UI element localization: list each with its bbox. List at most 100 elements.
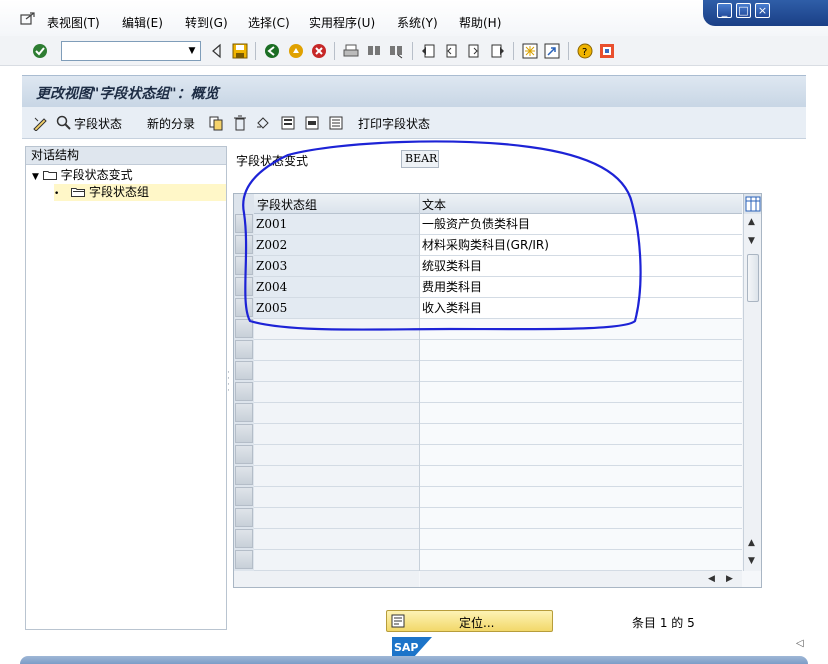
empty-cell[interactable] bbox=[420, 340, 742, 360]
field-status-button[interactable]: 字段状态 bbox=[74, 115, 122, 132]
row-selector[interactable] bbox=[235, 382, 253, 401]
print-icon[interactable] bbox=[343, 43, 359, 59]
display-change-icon[interactable] bbox=[32, 115, 48, 131]
shortcut-icon[interactable] bbox=[544, 43, 560, 59]
undo-icon[interactable] bbox=[255, 115, 271, 131]
table-cell-text[interactable]: 收入类科目 bbox=[420, 298, 742, 318]
menu-goto[interactable]: 转到(G) bbox=[185, 14, 228, 31]
select-all-icon[interactable] bbox=[280, 115, 296, 131]
empty-cell[interactable] bbox=[420, 361, 742, 381]
collapse-left-icon[interactable] bbox=[209, 43, 225, 59]
menu-help[interactable]: 帮助(H) bbox=[459, 14, 501, 31]
table-cell-text[interactable]: 一般资产负债类科目 bbox=[420, 214, 742, 234]
empty-cell[interactable] bbox=[420, 487, 742, 507]
table-cell-group[interactable]: Z003 bbox=[254, 256, 419, 276]
row-selector[interactable] bbox=[235, 550, 253, 569]
empty-cell[interactable] bbox=[254, 403, 419, 423]
chevron-down-icon[interactable]: ▼ bbox=[185, 43, 199, 59]
empty-cell[interactable] bbox=[420, 508, 742, 528]
row-selector[interactable] bbox=[235, 361, 253, 380]
print-field-status-button[interactable]: 打印字段状态 bbox=[358, 115, 430, 132]
panel-splitter[interactable]: · · · · bbox=[227, 369, 230, 396]
empty-cell[interactable] bbox=[254, 466, 419, 486]
cancel-icon[interactable] bbox=[311, 43, 327, 59]
first-page-icon[interactable] bbox=[421, 43, 437, 59]
back-icon[interactable] bbox=[264, 43, 280, 59]
table-cell-group[interactable]: Z002 bbox=[254, 235, 419, 255]
field-status-icon[interactable] bbox=[56, 115, 72, 131]
column-header-group[interactable]: 字段状态组 bbox=[257, 196, 317, 213]
row-selector[interactable] bbox=[235, 235, 253, 254]
empty-cell[interactable] bbox=[254, 340, 419, 360]
table-cell-group[interactable]: Z004 bbox=[254, 277, 419, 297]
menu-utilities[interactable]: 实用程序(U) bbox=[309, 14, 375, 31]
menu-selection[interactable]: 选择(C) bbox=[248, 14, 290, 31]
empty-cell[interactable] bbox=[420, 424, 742, 444]
row-selector[interactable] bbox=[235, 319, 253, 338]
empty-cell[interactable] bbox=[420, 382, 742, 402]
new-session-icon[interactable] bbox=[522, 43, 538, 59]
exit-icon[interactable] bbox=[288, 43, 304, 59]
status-bar-toggle-icon[interactable]: ◁ bbox=[796, 638, 804, 649]
column-header-text[interactable]: 文本 bbox=[422, 196, 446, 213]
empty-cell[interactable] bbox=[254, 529, 419, 549]
row-selector[interactable] bbox=[235, 487, 253, 506]
expand-triangle-icon[interactable]: ▼ bbox=[32, 172, 39, 182]
empty-cell[interactable] bbox=[254, 550, 419, 570]
minimize-button[interactable]: _ bbox=[717, 3, 732, 18]
row-selector[interactable] bbox=[235, 445, 253, 464]
empty-cell[interactable] bbox=[420, 466, 742, 486]
deselect-all-icon[interactable] bbox=[328, 115, 344, 131]
position-button[interactable]: 定位... bbox=[386, 610, 553, 632]
delete-icon[interactable] bbox=[232, 115, 248, 131]
table-cell-group[interactable]: Z005 bbox=[254, 298, 419, 318]
row-selector[interactable] bbox=[235, 340, 253, 359]
scroll-down-icon[interactable]: ▼ bbox=[748, 236, 755, 246]
table-cell-text[interactable]: 材料采购类科目(GR/IR) bbox=[420, 235, 742, 255]
help-icon[interactable]: ? bbox=[577, 43, 593, 59]
close-window-button[interactable]: × bbox=[755, 3, 770, 18]
scroll-up-icon[interactable]: ▲ bbox=[748, 217, 755, 227]
menu-table-view[interactable]: 表视图(T) bbox=[47, 14, 100, 31]
select-block-icon[interactable] bbox=[304, 115, 320, 131]
row-selector[interactable] bbox=[235, 508, 253, 527]
vertical-scrollbar[interactable]: ▲ ▼ ▲ ▼ bbox=[743, 214, 761, 571]
empty-cell[interactable] bbox=[420, 445, 742, 465]
maximize-button[interactable]: □ bbox=[736, 3, 751, 18]
command-field[interactable]: ▼ bbox=[61, 41, 201, 61]
last-page-icon[interactable] bbox=[489, 43, 505, 59]
row-selector[interactable] bbox=[235, 529, 253, 548]
copy-icon[interactable] bbox=[208, 115, 224, 131]
empty-cell[interactable] bbox=[254, 382, 419, 402]
enter-icon[interactable] bbox=[32, 43, 48, 59]
empty-cell[interactable] bbox=[254, 361, 419, 381]
empty-cell[interactable] bbox=[420, 529, 742, 549]
empty-cell[interactable] bbox=[254, 508, 419, 528]
empty-cell[interactable] bbox=[254, 424, 419, 444]
save-icon[interactable] bbox=[232, 43, 248, 59]
scrollbar-thumb[interactable] bbox=[747, 254, 759, 302]
scroll-right-end-icon[interactable]: ▶ bbox=[726, 574, 733, 584]
tree-node-field-status-group[interactable]: • 字段状态组 bbox=[54, 184, 226, 201]
horizontal-scrollbar[interactable]: ◀ ▶ bbox=[420, 571, 742, 587]
scroll-left-end-icon[interactable]: ◀ bbox=[708, 574, 715, 584]
find-next-icon[interactable] bbox=[388, 43, 404, 59]
table-cell-group[interactable]: Z001 bbox=[254, 214, 419, 234]
empty-cell[interactable] bbox=[254, 445, 419, 465]
row-selector[interactable] bbox=[235, 214, 253, 233]
row-selector[interactable] bbox=[235, 298, 253, 317]
row-selector[interactable] bbox=[235, 466, 253, 485]
find-icon[interactable] bbox=[366, 43, 382, 59]
scroll-up-bottom-icon[interactable]: ▲ bbox=[748, 538, 755, 548]
empty-cell[interactable] bbox=[420, 403, 742, 423]
row-selector[interactable] bbox=[235, 277, 253, 296]
scroll-down-bottom-icon[interactable]: ▼ bbox=[748, 556, 755, 566]
row-selector[interactable] bbox=[235, 256, 253, 275]
menu-exit-icon[interactable] bbox=[20, 12, 36, 26]
new-entries-button[interactable]: 新的分录 bbox=[147, 115, 195, 132]
menu-system[interactable]: 系统(Y) bbox=[397, 14, 438, 31]
empty-cell[interactable] bbox=[254, 487, 419, 507]
table-settings-icon[interactable] bbox=[743, 194, 761, 214]
table-cell-text[interactable]: 统驭类科目 bbox=[420, 256, 742, 276]
empty-cell[interactable] bbox=[420, 319, 742, 339]
